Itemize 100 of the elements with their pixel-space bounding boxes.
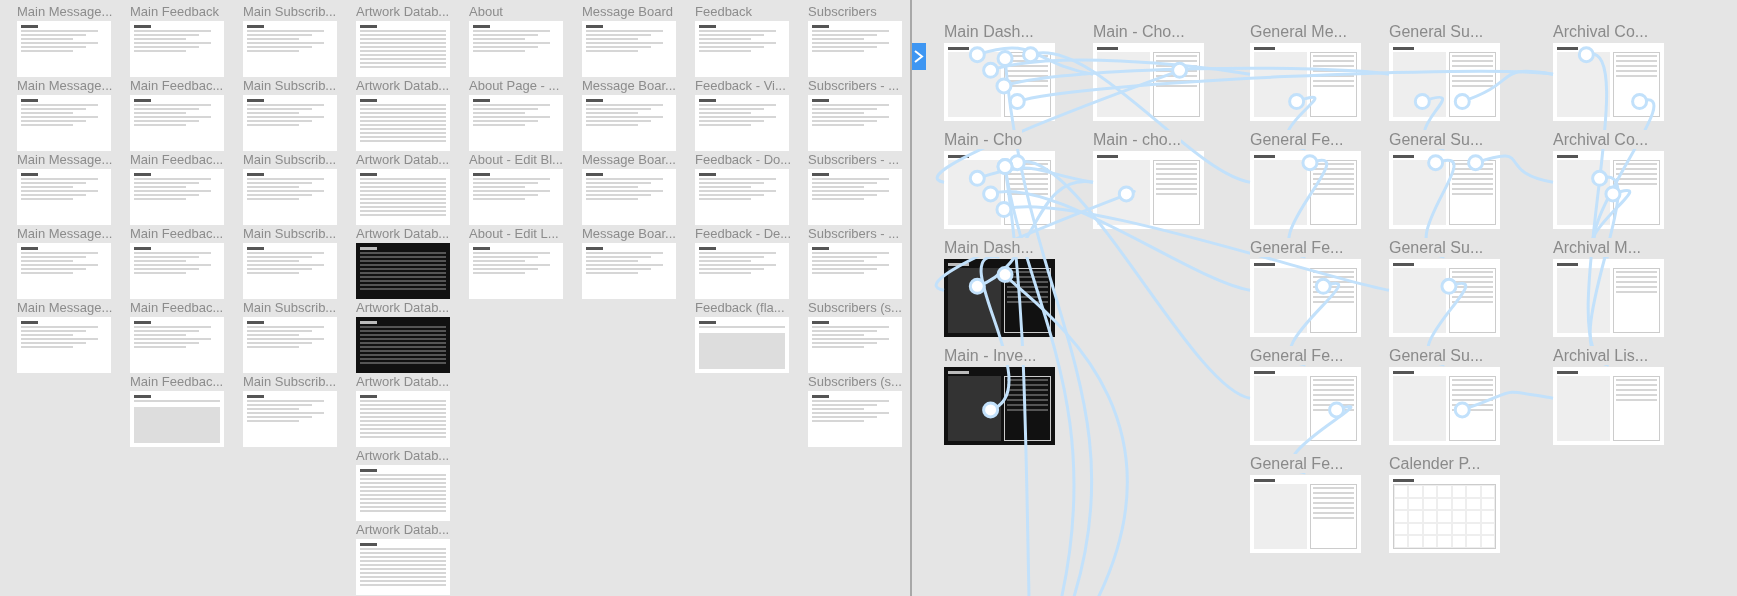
frame-title: Main Message... [17,152,113,168]
frame-thumbnail[interactable] [582,95,676,151]
frame-title: Main Subscrib... [243,78,337,94]
frame-title: Main Feedbac... [130,226,224,242]
frame-thumbnail[interactable] [130,243,224,299]
frame-title: Main Message... [17,300,113,316]
frame-thumbnail[interactable] [17,95,111,151]
frame-thumbnail[interactable] [356,539,450,595]
frame-title: General Fe... [1250,238,1344,257]
frame-thumbnail[interactable] [1553,367,1664,445]
frame-thumbnail[interactable] [17,21,111,77]
frame-title: Main Subscrib... [243,4,337,20]
frame-title: Message Board [582,4,674,20]
frame-thumbnail[interactable] [1093,151,1204,229]
frame-title: Main Subscrib... [243,226,337,242]
frame-thumbnail[interactable] [1250,259,1361,337]
frame-title: Feedback [695,4,753,20]
frame-thumbnail[interactable] [130,391,224,447]
frame-thumbnail[interactable] [356,21,450,77]
frame-thumbnail[interactable] [808,21,902,77]
frame-thumbnail[interactable] [130,95,224,151]
flow-start-icon[interactable] [912,43,926,70]
frame-thumbnail[interactable] [582,21,676,77]
frame-title: Archival Co... [1553,130,1649,149]
frame-thumbnail[interactable] [1553,259,1664,337]
frame-thumbnail[interactable] [469,243,563,299]
frame-title: Artwork Datab... [356,4,450,20]
frame-thumbnail[interactable] [1389,367,1500,445]
frame-thumbnail[interactable] [808,169,902,225]
frame-title: Artwork Datab... [356,226,450,242]
frame-thumbnail[interactable] [356,243,450,299]
frame-thumbnail[interactable] [944,367,1055,445]
frame-thumbnail[interactable] [1389,475,1500,553]
frame-title: Main Subscrib... [243,152,337,168]
frame-thumbnail[interactable] [243,169,337,225]
frame-title: Main Subscrib... [243,374,337,390]
frame-thumbnail[interactable] [1389,259,1500,337]
frame-thumbnail[interactable] [808,95,902,151]
frame-thumbnail[interactable] [1553,43,1664,121]
frame-thumbnail[interactable] [808,317,902,373]
frame-title: Main Feedback [130,4,219,20]
frame-thumbnail[interactable] [243,391,337,447]
frame-title: Artwork Datab... [356,522,450,538]
frame-title: Main Message... [17,4,113,20]
frame-title: About Page - ... [469,78,560,94]
frame-thumbnail[interactable] [356,317,450,373]
frame-thumbnail[interactable] [356,391,450,447]
frame-title: Artwork Datab... [356,300,450,316]
frame-title: Main Dash... [944,238,1034,257]
frame-title: General Su... [1389,238,1484,257]
frame-title: Subscribers - ... [808,152,900,168]
frame-thumbnail[interactable] [695,21,789,77]
frame-thumbnail[interactable] [356,465,450,521]
frame-title: Subscribers [808,4,877,20]
frame-title: Main Message... [17,78,113,94]
frame-thumbnail[interactable] [243,95,337,151]
frame-title: Feedback - Do... [695,152,792,168]
frame-thumbnail[interactable] [130,169,224,225]
frame-thumbnail[interactable] [130,21,224,77]
frame-thumbnail[interactable] [469,21,563,77]
frame-thumbnail[interactable] [17,169,111,225]
frame-thumbnail[interactable] [243,317,337,373]
frame-thumbnail[interactable] [1250,151,1361,229]
frame-title: About - Edit L... [469,226,559,242]
frame-thumbnail[interactable] [1389,151,1500,229]
frame-thumbnail[interactable] [695,95,789,151]
frame-title: Artwork Datab... [356,448,450,464]
frame-thumbnail[interactable] [582,243,676,299]
frame-title: Subscribers - ... [808,78,900,94]
frame-thumbnail[interactable] [695,317,789,373]
frame-title: About - Edit Bl... [469,152,563,168]
frame-title: Artwork Datab... [356,78,450,94]
frame-title: General Fe... [1250,454,1344,473]
frame-title: Artwork Datab... [356,152,450,168]
frame-title: Main Feedbac... [130,78,224,94]
frame-thumbnail[interactable] [469,169,563,225]
frame-title: General Su... [1389,346,1484,365]
frame-title: Main Subscrib... [243,300,337,316]
frame-thumbnail[interactable] [130,317,224,373]
frame-thumbnail[interactable] [17,243,111,299]
frame-thumbnail[interactable] [582,169,676,225]
frame-thumbnail[interactable] [695,243,789,299]
frame-thumbnail[interactable] [243,243,337,299]
frame-thumbnail[interactable] [356,95,450,151]
frame-thumbnail[interactable] [808,243,902,299]
frame-thumbnail[interactable] [17,317,111,373]
frame-thumbnail[interactable] [469,95,563,151]
frame-title: Subscribers - ... [808,226,900,242]
frame-thumbnail[interactable] [808,391,902,447]
frame-title: Main - Inve... [944,346,1037,365]
frame-title: Message Boar... [582,226,676,242]
frame-title: General Su... [1389,130,1484,149]
frame-thumbnail[interactable] [356,169,450,225]
frame-title: Artwork Datab... [356,374,450,390]
frame-thumbnail[interactable] [1250,367,1361,445]
frame-thumbnail[interactable] [243,21,337,77]
frame-thumbnail[interactable] [1250,475,1361,553]
frame-thumbnail[interactable] [695,169,789,225]
frame-title: Main - Cho [944,130,1023,149]
frame-title: Feedback - Vi... [695,78,786,94]
